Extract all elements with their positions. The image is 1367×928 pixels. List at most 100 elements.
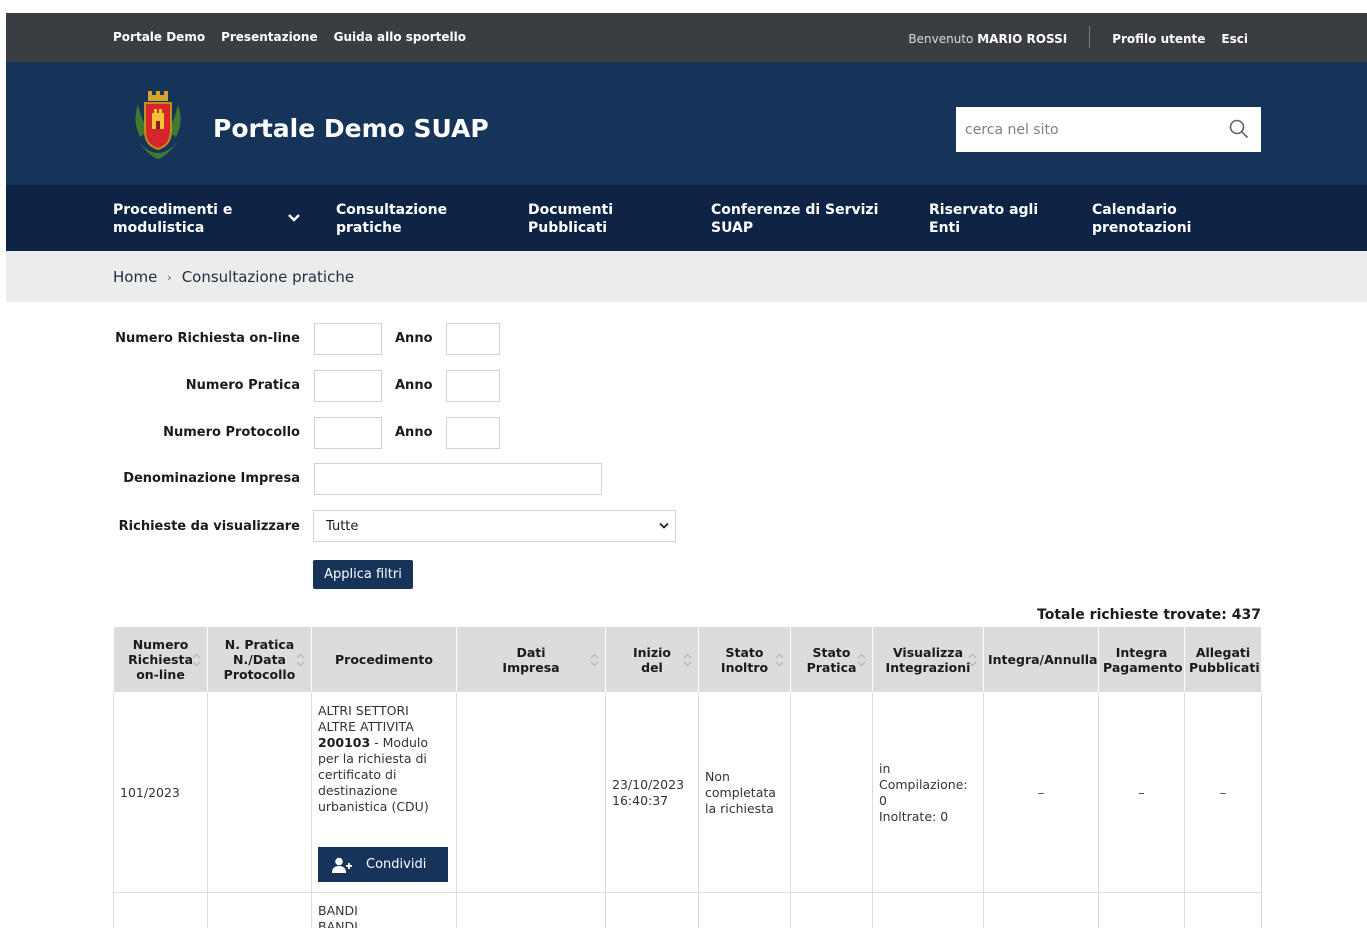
th-integra-annulla: Integra/Annulla (983, 626, 1099, 693)
th-line: del (641, 659, 663, 675)
cell-procedimento: BANDI BANDI (311, 892, 457, 928)
th-line: Protocollo (223, 667, 296, 682)
breadcrumb-home[interactable]: Home (113, 268, 157, 286)
th-line: Dati (516, 644, 546, 660)
user-name: MARIO ROSSI (977, 32, 1068, 46)
apply-filters-button[interactable]: Applica filtri (313, 560, 413, 589)
input-denominazione-impresa[interactable] (314, 463, 602, 495)
th-visualizza-integrazioni[interactable]: Visualizza Integrazioni (872, 626, 984, 693)
th-line: Allegati (1195, 644, 1251, 660)
nav-documenti[interactable]: Documenti Pubblicati (528, 201, 613, 237)
breadcrumb-bar: Home › Consultazione pratiche (6, 251, 1367, 302)
link-presentazione[interactable]: Presentazione (221, 30, 318, 44)
input-numero-richiesta[interactable] (314, 323, 382, 355)
profile-link[interactable]: Profilo utente (1112, 32, 1205, 46)
nav-conferenze[interactable]: Conferenze di Servizi SUAP (711, 201, 878, 237)
input-numero-protocollo[interactable] (314, 417, 382, 449)
nav-procedimenti[interactable]: Procedimenti e modulistica (113, 201, 232, 237)
sort-icon[interactable] (296, 653, 305, 667)
input-anno-pratica[interactable] (446, 370, 500, 402)
cell-inizio-del (605, 892, 699, 928)
label-anno: Anno (395, 425, 433, 440)
nav-riservato[interactable]: Riservato agli Enti (929, 201, 1038, 237)
th-line: Impresa (502, 659, 560, 675)
input-anno-richiesta[interactable] (446, 323, 500, 355)
sort-icon[interactable] (590, 653, 599, 667)
table-row: BANDI BANDI (113, 892, 1262, 928)
search-box (956, 107, 1261, 152)
nav-label-line: Consultazione (336, 202, 448, 218)
cell-integra-pagamento (1098, 892, 1185, 928)
cell-dati-impresa (456, 892, 606, 928)
sort-icon[interactable] (775, 653, 784, 667)
nav-label-line: modulistica (113, 220, 205, 236)
cell-integrazioni (872, 892, 984, 928)
nav-calendario[interactable]: Calendario prenotazioni (1092, 201, 1191, 237)
logout-link[interactable]: Esci (1221, 32, 1248, 46)
nav-label-line: Calendario (1092, 202, 1177, 218)
breadcrumb-separator-icon: › (167, 270, 172, 284)
th-numero-richiesta[interactable]: Numero Richiesta on-line (113, 626, 208, 693)
integrazioni-inoltrate[interactable]: Inoltrate: 0 (879, 809, 977, 825)
select-richieste-value: Tutte (326, 519, 359, 534)
table-header-row: Numero Richiesta on-line N. Pratica N./Data… (113, 626, 1262, 693)
share-button[interactable]: Condividi (318, 847, 448, 882)
cell-integrazioni: in Compilazione: 0 Inoltrate: 0 (872, 692, 984, 893)
th-numero-pratica[interactable]: N. Pratica N./Data Protocollo (207, 626, 312, 693)
label-numero-pratica: Numero Pratica (185, 378, 300, 393)
search-icon[interactable] (1229, 119, 1249, 139)
th-line: Pagamento (1103, 659, 1183, 675)
table-row: 101/2023 ALTRI SETTORI ALTRE ATTIVITA 20… (113, 692, 1262, 893)
breadcrumb: Home › Consultazione pratiche (113, 268, 354, 286)
nav-consultazione[interactable]: Consultazione pratiche (336, 201, 447, 237)
input-anno-protocollo[interactable] (446, 417, 500, 449)
nav-label-line: Riservato agli (929, 202, 1039, 218)
th-line: N. Pratica (224, 637, 295, 652)
label-richieste-visualizzare: Richieste da visualizzare (118, 519, 300, 534)
th-dati-impresa[interactable]: Dati Impresa (456, 626, 606, 693)
th-allegati-pubblicati: Allegati Pubblicati (1184, 626, 1262, 693)
top-links: Portale Demo Presentazione Guida allo sp… (113, 30, 466, 44)
sort-icon[interactable] (683, 653, 692, 667)
nav-label-line: Enti (929, 220, 961, 236)
th-inizio-del[interactable]: Inizio del (605, 626, 699, 693)
select-richieste[interactable]: Tutte (313, 510, 676, 542)
add-user-icon (332, 857, 352, 873)
integrazioni-compilazione[interactable]: in Compilazione: 0 (879, 761, 977, 809)
proc-code: 200103 (318, 735, 371, 750)
th-integra-pagamento: Integra Pagamento (1098, 626, 1185, 693)
nav-label-line: Pubblicati (528, 220, 608, 236)
th-line: N./Data (232, 652, 286, 667)
sort-icon[interactable] (192, 653, 201, 667)
site-header: Portale Demo SUAP (6, 62, 1367, 185)
divider (1089, 26, 1091, 48)
link-guida-sportello[interactable]: Guida allo sportello (334, 30, 466, 44)
th-stato-inoltro[interactable]: Stato Inoltro (698, 626, 791, 693)
top-utility-bar: Portale Demo Presentazione Guida allo sp… (6, 13, 1367, 62)
th-line: Pratica (806, 659, 857, 675)
cell-numero-pratica (207, 892, 312, 928)
cell-stato-pratica (790, 892, 873, 928)
nav-label-line: Documenti (528, 202, 614, 218)
sort-icon[interactable] (857, 653, 866, 667)
cell-integra-annulla: – (983, 692, 1099, 893)
th-stato-pratica[interactable]: Stato Pratica (790, 626, 873, 693)
th-line: Integrazioni (885, 659, 971, 675)
chevron-down-icon[interactable] (287, 213, 301, 223)
proc-sector: ALTRI SETTORI (318, 703, 409, 718)
label-numero-richiesta: Numero Richiesta on-line (115, 331, 300, 346)
municipal-crest-logo[interactable] (130, 91, 186, 163)
link-portale-demo[interactable]: Portale Demo (113, 30, 205, 44)
proc-subsector: ALTRE ATTIVITA (318, 719, 414, 734)
welcome-prefix: Benvenuto (908, 32, 974, 46)
sort-icon[interactable] (968, 653, 977, 667)
cell-allegati-pubblicati (1184, 892, 1262, 928)
input-numero-pratica[interactable] (314, 370, 382, 402)
nav-label-line: prenotazioni (1092, 220, 1192, 236)
share-label: Condividi (366, 857, 427, 872)
site-title[interactable]: Portale Demo SUAP (213, 114, 489, 143)
cell-dati-impresa (456, 692, 606, 893)
search-input[interactable] (956, 107, 1216, 152)
th-line: Visualizza (892, 644, 964, 660)
th-line: Stato (812, 644, 851, 660)
